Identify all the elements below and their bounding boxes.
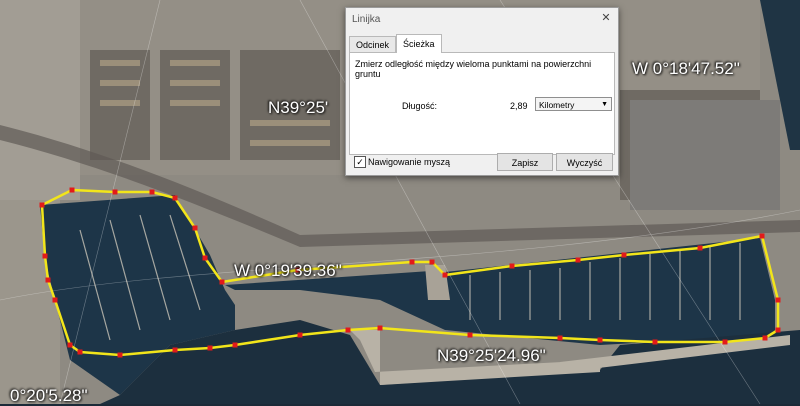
mouse-navigation-label: Nawigowanie myszą	[368, 157, 451, 167]
unit-select[interactable]: Kilometry ▼	[535, 97, 612, 111]
close-icon[interactable]: ✕	[597, 11, 615, 25]
path-point[interactable]	[192, 225, 198, 231]
tab-odcinek[interactable]: Odcinek	[349, 36, 397, 53]
ruler-dialog: Linijka ✕ Odcinek Ścieżka Zmierz odległo…	[345, 7, 619, 176]
path-point[interactable]	[775, 327, 781, 333]
tab-sciezka[interactable]: Ścieżka	[396, 34, 442, 53]
length-label: Długość:	[402, 101, 438, 111]
path-point[interactable]	[202, 255, 208, 261]
path-point[interactable]	[172, 195, 178, 201]
path-point[interactable]	[39, 202, 45, 208]
length-value: 2,89	[510, 101, 528, 111]
path-point[interactable]	[172, 347, 178, 353]
path-point[interactable]	[112, 189, 118, 195]
path-point[interactable]	[77, 349, 83, 355]
path-point[interactable]	[409, 259, 415, 265]
path-point[interactable]	[42, 253, 48, 259]
tab-panel: Zmierz odległość między wieloma punktami…	[349, 52, 615, 155]
path-point[interactable]	[442, 272, 448, 278]
path-point[interactable]	[45, 277, 51, 283]
path-point[interactable]	[297, 332, 303, 338]
dialog-title: Linijka	[352, 14, 381, 25]
path-point[interactable]	[219, 279, 225, 285]
coord-label-top-right: W 0°18'47.52"	[632, 59, 740, 78]
path-point[interactable]	[232, 342, 238, 348]
path-point[interactable]	[467, 332, 473, 338]
coord-label-top-center: N39°25'	[268, 98, 329, 117]
coord-label-middle-left: W 0°19'39.36"	[234, 261, 342, 280]
path-point[interactable]	[762, 335, 768, 341]
path-point[interactable]	[377, 325, 383, 331]
path-point[interactable]	[597, 337, 603, 343]
path-point[interactable]	[621, 252, 627, 258]
path-point[interactable]	[67, 342, 73, 348]
path-point[interactable]	[509, 263, 515, 269]
path-point[interactable]	[722, 339, 728, 345]
path-point[interactable]	[345, 327, 351, 333]
path-point[interactable]	[557, 335, 563, 341]
path-point[interactable]	[575, 257, 581, 263]
unit-select-value: Kilometry	[539, 100, 575, 110]
path-point[interactable]	[759, 233, 765, 239]
chevron-down-icon: ▼	[601, 101, 608, 108]
coord-label-bottom-center: N39°25'24.96"	[437, 346, 546, 365]
measure-description: Zmierz odległość między wieloma punktami…	[355, 59, 592, 79]
path-point[interactable]	[697, 245, 703, 251]
path-point[interactable]	[429, 259, 435, 265]
path-point[interactable]	[117, 352, 123, 358]
path-point[interactable]	[149, 189, 155, 195]
mouse-navigation-checkbox[interactable]: ✓	[354, 156, 366, 168]
clear-button[interactable]: Wyczyść	[556, 153, 613, 171]
path-point[interactable]	[775, 297, 781, 303]
path-point[interactable]	[52, 297, 58, 303]
path-point[interactable]	[69, 187, 75, 193]
coord-label-bottom-left: 0°20'5.28"	[10, 386, 88, 405]
path-point[interactable]	[652, 339, 658, 345]
save-button[interactable]: Zapisz	[497, 153, 553, 171]
path-point[interactable]	[207, 345, 213, 351]
